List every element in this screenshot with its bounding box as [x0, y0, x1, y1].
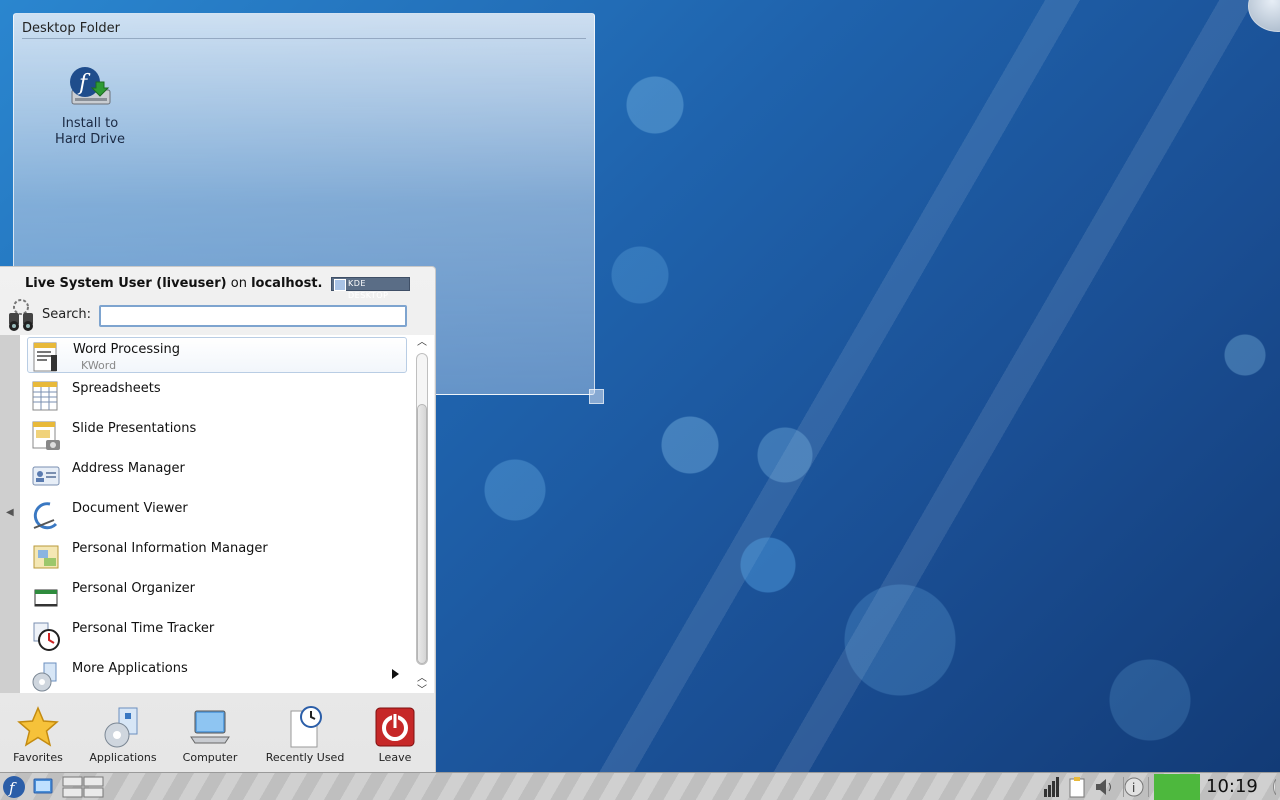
address-book-icon [32, 466, 60, 486]
more-apps-icon [32, 662, 57, 692]
folder-divider [22, 38, 586, 39]
tab-label: Favorites [13, 751, 63, 764]
fedora-launcher-icon[interactable]: f [2, 775, 26, 799]
app-name: More Applications [72, 661, 188, 676]
volume-icon [1096, 779, 1111, 795]
digital-clock[interactable]: 10:19 [1206, 776, 1258, 797]
tab-favorites[interactable]: Favorites [8, 705, 68, 764]
power-icon [375, 707, 415, 747]
more-applications-arrow-icon[interactable] [392, 669, 399, 679]
word-processor-icon [33, 342, 57, 372]
star-icon [17, 706, 59, 747]
app-name: Slide Presentations [72, 421, 197, 436]
app-subtitle: KWord [81, 359, 117, 372]
tab-leave[interactable]: Leave [368, 705, 422, 764]
left-arrow-icon: ◀ [6, 507, 14, 518]
tab-applications[interactable]: Applications [84, 705, 162, 764]
app-name: Address Manager [72, 461, 185, 476]
user-display-name: Live System User (liveuser) [25, 276, 227, 291]
document-viewer-icon [33, 502, 58, 530]
applications-icon [104, 707, 138, 748]
app-name: Personal Time Tracker [72, 621, 215, 636]
clipboard-icon [1069, 777, 1085, 798]
app-name: Personal Organizer [72, 581, 195, 596]
app-name: Personal Information Manager [72, 541, 268, 556]
app-word-processing[interactable]: Word Processing KWord [27, 337, 407, 373]
scroll-thumb[interactable] [417, 404, 427, 664]
desktop-toolbox[interactable] [1248, 0, 1280, 32]
presentation-icon [32, 421, 60, 450]
tab-label: Leave [378, 751, 412, 764]
on-text: on [230, 276, 247, 291]
tab-label: Applications [89, 751, 157, 764]
network-icon [1044, 777, 1059, 797]
system-tray[interactable]: i [1040, 775, 1152, 799]
kickoff-menu: Live System User (liveuser) on localhost… [0, 266, 436, 772]
folder-title: Desktop Folder [22, 21, 120, 36]
host-name: localhost. [251, 276, 323, 291]
scroll-track[interactable] [416, 353, 428, 665]
tray-separator [1148, 777, 1149, 797]
pim-icon [33, 545, 59, 569]
app-personal-information-manager[interactable]: Personal Information Manager [27, 537, 407, 573]
search-label: Search: [42, 307, 92, 322]
scroll-down-icon[interactable]: ﹀ [417, 681, 427, 696]
show-desktop-icon[interactable] [33, 777, 53, 797]
time-tracker-icon [33, 622, 60, 651]
active-window-indicator[interactable] [1154, 774, 1200, 800]
app-address-manager[interactable]: Address Manager [27, 457, 407, 493]
app-personal-time-tracker[interactable]: Personal Time Tracker [27, 617, 407, 653]
tab-recently-used[interactable]: Recently Used [258, 705, 352, 764]
install-to-hard-drive[interactable]: f Install to Hard Drive [44, 64, 136, 148]
install-label-1: Install to [61, 116, 119, 131]
app-name: Spreadsheets [72, 381, 161, 396]
info-icon: i [1124, 777, 1144, 797]
svg-text:i: i [1132, 781, 1135, 795]
tab-label: Recently Used [265, 751, 345, 764]
organizer-icon [34, 589, 58, 607]
scroll-up-icon[interactable]: ︿ [416, 337, 428, 349]
user-header: Live System User (liveuser) on localhost… [25, 276, 322, 291]
folder-resize-handle[interactable] [589, 389, 604, 404]
install-label-2: Hard Drive [55, 132, 125, 147]
kde-desktop-badge: KDE DESKTOP [331, 277, 410, 300]
back-button[interactable]: ◀ [0, 335, 20, 693]
kickoff-tabs: Favorites Applications Computer Recently… [0, 699, 436, 773]
tab-computer[interactable]: Computer [178, 705, 242, 764]
computer-icon [190, 710, 230, 744]
panel-toolbox-icon[interactable] [1262, 779, 1276, 795]
app-personal-organizer[interactable]: Personal Organizer [27, 577, 407, 613]
spreadsheet-icon [32, 381, 58, 411]
app-list: Word Processing KWord Spreadsheets Slide… [20, 335, 434, 693]
app-slide-presentations[interactable]: Slide Presentations [27, 417, 407, 453]
install-hard-drive-icon: f [70, 67, 111, 105]
app-document-viewer[interactable]: Document Viewer [27, 497, 407, 533]
binoculars-icon [9, 299, 33, 331]
search-input[interactable] [99, 305, 407, 327]
tab-label: Computer [182, 751, 238, 764]
clock-document-icon [290, 706, 322, 748]
app-name: Document Viewer [72, 501, 188, 516]
app-list-scrollbar[interactable]: ︿ ︿ ﹀ [414, 337, 430, 696]
desktop-pager[interactable] [62, 776, 104, 798]
taskbar: f i 10:19 [0, 772, 1280, 800]
app-more-applications[interactable]: More Applications [27, 657, 407, 693]
app-spreadsheets[interactable]: Spreadsheets [27, 377, 407, 413]
app-name: Word Processing [73, 342, 180, 357]
